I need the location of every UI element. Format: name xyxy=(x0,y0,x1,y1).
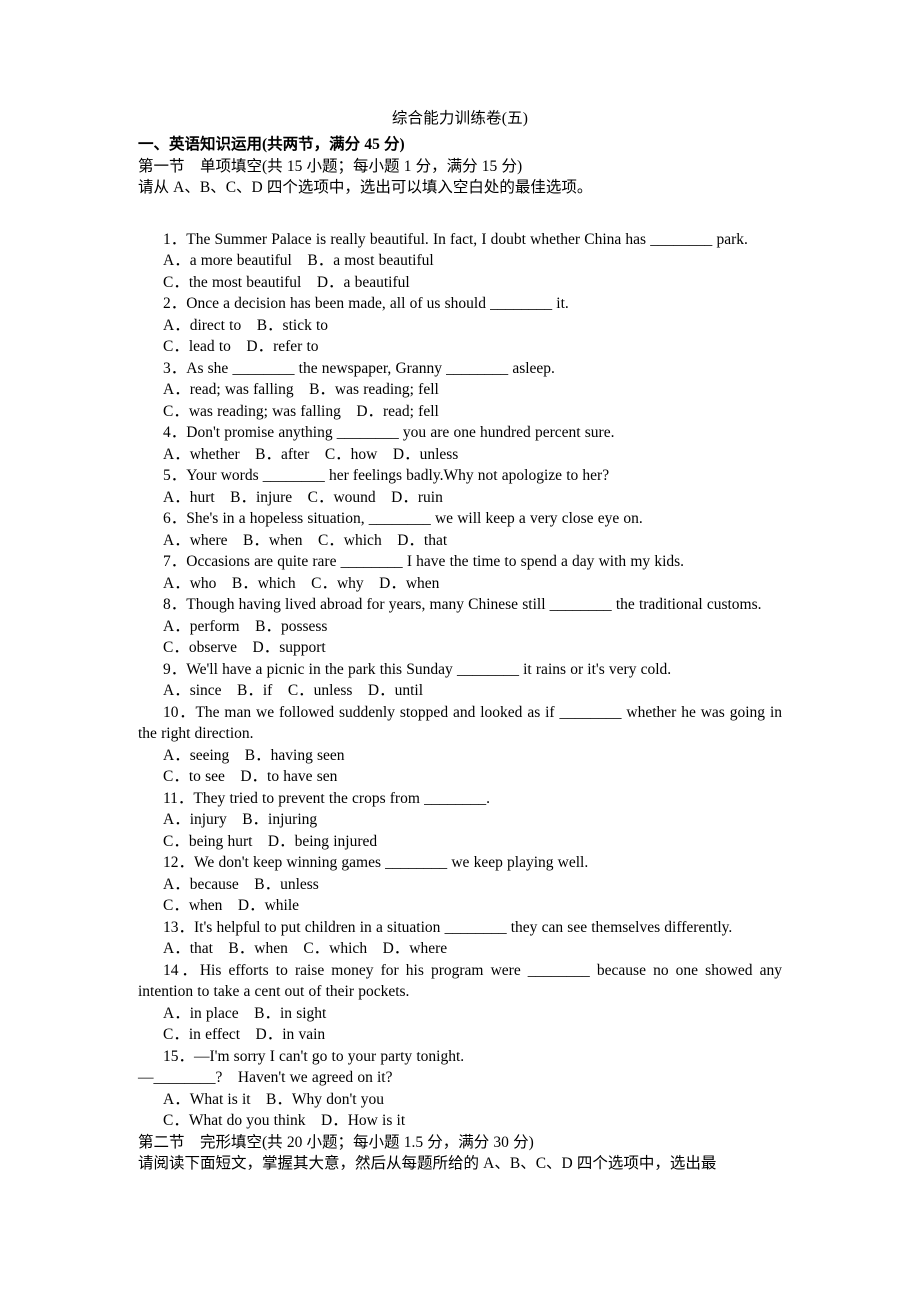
question-options: C．to see D．to have sen xyxy=(163,768,338,785)
question-options: A．injury B．injuring xyxy=(163,811,318,828)
question-stem: 5．Your words ________ her feelings badly… xyxy=(163,467,610,484)
question-options: A．because B．unless xyxy=(163,875,319,893)
question-options: A．direct to B．stick to xyxy=(163,316,329,334)
question-options: A．who B．which C．why D．when xyxy=(163,574,440,592)
question-options: C．What do you think D．How is it xyxy=(163,1112,406,1129)
question-stem-continued: —________? Haven't we agreed on it? xyxy=(138,1069,393,1086)
question-options: C．lead to D．refer to xyxy=(163,338,319,355)
question-stem: 4．Don't promise anything ________ you ar… xyxy=(163,424,615,441)
question-stem: 9．We'll have a picnic in the park this S… xyxy=(163,660,672,678)
question-stem: 11．They tried to prevent the crops from … xyxy=(163,789,490,807)
question-stem: 15．—I'm sorry I can't go to your party t… xyxy=(163,1047,465,1065)
part-two-instruction: 请阅读下面短文，掌握其大意，然后从每题所给的 A、B、C、D 四个选项中，选出最 xyxy=(138,1155,717,1172)
question-stem: 3．As she ________ the newspaper, Granny … xyxy=(163,359,555,377)
question-stem: 10．The man we followed suddenly stopped … xyxy=(138,703,787,743)
question-options: A．seeing B．having seen xyxy=(163,746,345,764)
question-stem: 7．Occasions are quite rare ________ I ha… xyxy=(163,553,685,570)
part-two-heading: 第二节 完形填空(共 20 小题；每小题 1.5 分，满分 30 分) xyxy=(138,1133,534,1151)
part-one-heading: 第一节 单项填空(共 15 小题；每小题 1 分，满分 15 分) xyxy=(138,157,523,175)
question-options: A．that B．when C．which D．where xyxy=(163,940,448,957)
document-content: 综合能力训练卷(五) 一、英语知识运用(共两节，满分 45 分) 第一节 单项填… xyxy=(138,108,782,1175)
question-stem: 1．The Summer Palace is really beautiful.… xyxy=(163,230,748,248)
question-options: A．whether B．after C．how D．unless xyxy=(163,445,459,463)
document-page: 综合能力训练卷(五) 一、英语知识运用(共两节，满分 45 分) 第一节 单项填… xyxy=(0,0,920,1302)
question-stem: 2．Once a decision has been made, all of … xyxy=(163,295,569,312)
question-stem: 12．We don't keep winning games ________ … xyxy=(163,854,589,871)
question-stem: 8．Though having lived abroad for years, … xyxy=(163,596,762,613)
question-stem: 6．She's in a hopeless situation, _______… xyxy=(163,510,643,527)
question-options: C．the most beautiful D．a beautiful xyxy=(163,273,410,291)
question-options: C．being hurt D．being injured xyxy=(163,832,378,850)
question-options: C．when D．while xyxy=(163,897,300,914)
page-title: 综合能力训练卷(五) xyxy=(391,110,529,127)
section-heading: 一、英语知识运用(共两节，满分 45 分) xyxy=(138,136,405,153)
question-options: A．What is it B．Why don't you xyxy=(163,1090,384,1108)
question-options: A．since B．if C．unless D．until xyxy=(163,682,424,699)
question-options: A．perform B．possess xyxy=(163,617,328,635)
question-options: A．hurt B．injure C．wound D．ruin xyxy=(163,488,443,506)
part-one-instruction: 请从 A、B、C、D 四个选项中，选出可以填入空白处的最佳选项。 xyxy=(138,179,593,196)
question-options: A．in place B．in sight xyxy=(163,1004,327,1022)
question-options: A．where B．when C．which D．that xyxy=(163,531,448,549)
question-options: A．a more beautiful B．a most beautiful xyxy=(163,252,434,269)
question-options: A．read; was falling B．was reading; fell xyxy=(163,381,439,398)
question-options: C．observe D．support xyxy=(163,639,326,656)
question-options: C．in effect D．in vain xyxy=(163,1026,326,1043)
question-options: C．was reading; was falling D．read; fell xyxy=(163,402,439,420)
question-stem: 13．It's helpful to put children in a sit… xyxy=(163,918,733,936)
question-stem: 14．His efforts to raise money for his pr… xyxy=(138,961,787,1001)
